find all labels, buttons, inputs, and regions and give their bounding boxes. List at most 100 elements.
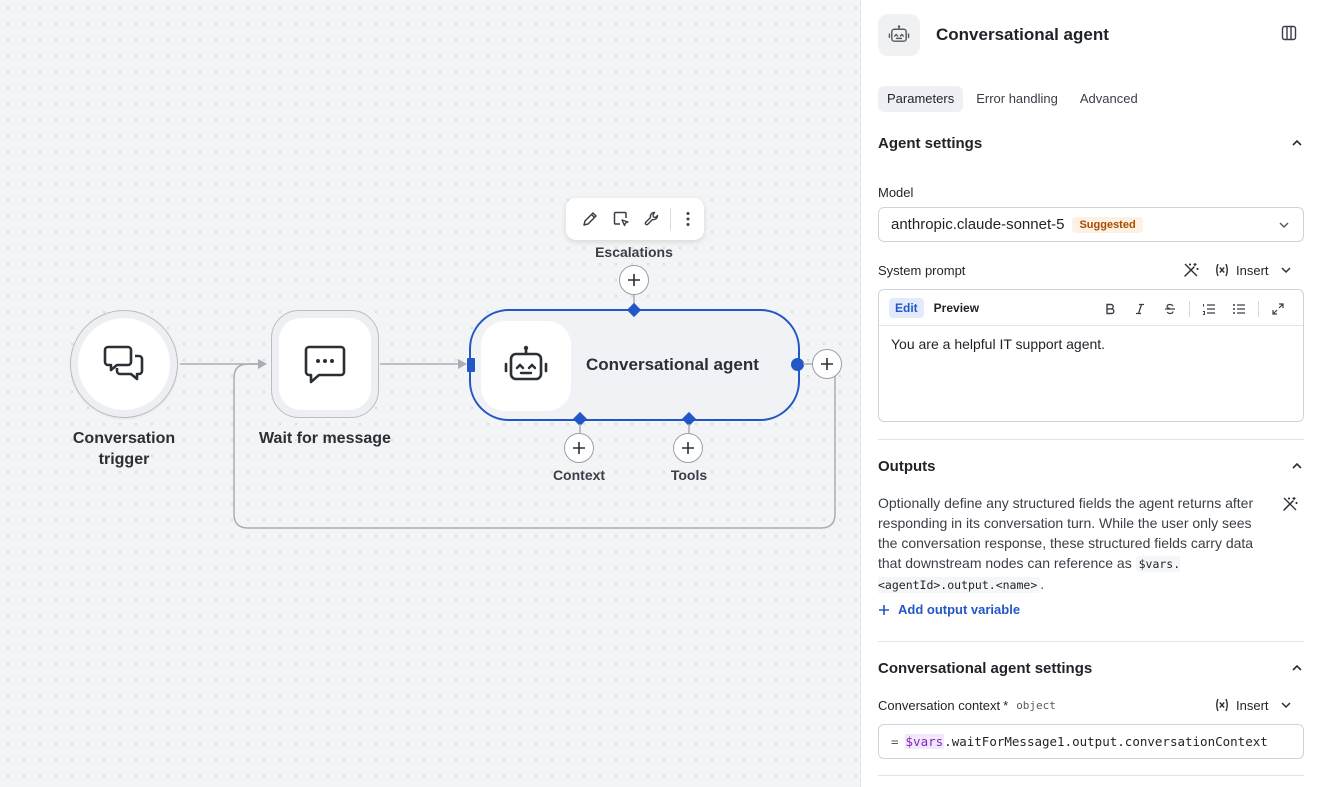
ordered-list-icon [1203, 304, 1215, 315]
chevron-up-icon [1292, 139, 1302, 146]
conversational-agent-node[interactable]: Conversational agent [469, 309, 800, 421]
strikethrough-button[interactable] [1155, 299, 1185, 319]
pencil-icon [582, 212, 597, 226]
insert-label: Insert [1236, 697, 1269, 713]
panel-title: Conversational agent [936, 25, 1109, 44]
plus-icon [628, 274, 640, 286]
plus-icon [682, 442, 694, 454]
chevron-down-icon [1279, 222, 1289, 229]
outputs-header[interactable]: Outputs [878, 456, 1304, 476]
insert-label: Insert [1236, 262, 1269, 278]
ordered-list-button[interactable] [1194, 299, 1224, 319]
preview-mode-tab[interactable]: Preview [928, 298, 985, 318]
model-value: anthropic.claude-sonnet-5 [891, 216, 1065, 233]
ai-generate-outputs-button[interactable] [1282, 496, 1298, 517]
conversation-context-input[interactable]: = $vars .waitForMessage1.output.conversat… [878, 724, 1304, 759]
edit-node-button[interactable] [574, 203, 605, 235]
tab-parameters[interactable]: Parameters [878, 86, 964, 112]
magic-wand-icon [1184, 263, 1199, 277]
trigger-node-label: Conversation trigger [72, 430, 176, 468]
strikethrough-icon [1165, 303, 1175, 315]
wait-for-message-node[interactable] [271, 310, 379, 418]
bullet-list-icon [1233, 304, 1245, 314]
model-label: Model [878, 185, 914, 200]
wrench-icon [644, 211, 659, 226]
tools-label: Tools [670, 467, 708, 483]
node-toolbar [566, 198, 704, 240]
add-output-variable-button[interactable]: Add output variable [878, 602, 1020, 617]
chevron-up-icon [1292, 664, 1302, 671]
panel-tabs: Parameters Error handling Advanced [878, 86, 1147, 112]
ai-assist-button[interactable] [1183, 262, 1199, 283]
expand-editor-button[interactable] [1263, 299, 1293, 319]
conversation-trigger-node[interactable] [70, 310, 178, 418]
format-buttons [1095, 299, 1293, 319]
more-options-button[interactable] [673, 203, 704, 235]
system-prompt-label: System prompt [878, 263, 966, 278]
agent-input-handle[interactable] [467, 358, 475, 372]
more-vertical-icon [686, 212, 690, 226]
divider [878, 641, 1304, 642]
escalations-label: Escalations [595, 244, 673, 260]
add-escalation-button[interactable] [619, 265, 649, 295]
agent-node-title: Conversational agent [586, 355, 759, 374]
expression-path: .waitForMessage1.output.conversationCont… [944, 734, 1268, 749]
bold-icon [1106, 303, 1115, 315]
magic-wand-icon [1283, 497, 1298, 511]
tab-error-handling[interactable]: Error handling [967, 86, 1067, 112]
panel-node-icon [878, 14, 920, 56]
system-prompt-editor[interactable]: Edit Preview You are a helpful IT suppor… [878, 289, 1304, 422]
divider [878, 775, 1304, 776]
type-hint: object [1016, 699, 1056, 712]
select-node-button[interactable] [605, 203, 636, 235]
edge-arrowhead [458, 359, 467, 369]
expand-icon [1272, 303, 1284, 315]
conversation-context-label: Conversation context * object [878, 698, 1056, 713]
italic-button[interactable] [1125, 299, 1155, 319]
italic-icon [1136, 303, 1144, 315]
add-context-button[interactable] [564, 433, 594, 463]
add-next-node-button[interactable] [812, 349, 842, 379]
insert-variable-dropdown[interactable]: Insert [1214, 697, 1293, 713]
divider [878, 439, 1304, 440]
required-mark: * [1003, 698, 1009, 713]
workflow-canvas[interactable]: Conversation trigger Wait for message Es… [0, 0, 860, 787]
edit-mode-tab[interactable]: Edit [889, 297, 924, 318]
expression-equals: = [891, 734, 899, 749]
wait-node-label: Wait for message [259, 430, 391, 447]
variable-icon [1216, 698, 1228, 712]
add-tool-button[interactable] [673, 433, 703, 463]
configure-node-button[interactable] [637, 203, 668, 235]
tab-advanced[interactable]: Advanced [1071, 86, 1147, 112]
conversational-settings-header[interactable]: Conversational agent settings [878, 658, 1304, 678]
bold-button[interactable] [1095, 299, 1125, 319]
message-dots-icon [304, 345, 346, 384]
chat-bubbles-icon [103, 345, 144, 381]
agent-settings-title: Agent settings [878, 134, 983, 152]
system-prompt-text[interactable]: You are a helpful IT support agent. [879, 326, 1303, 362]
variable-icon [1216, 263, 1228, 277]
conversational-settings-title: Conversational agent settings [878, 659, 1093, 677]
expression-variable: $vars [904, 734, 945, 749]
plus-icon [879, 604, 889, 615]
robot-icon [888, 25, 910, 42]
columns-layout-icon [1281, 25, 1297, 41]
suggested-badge: Suggested [1072, 216, 1143, 233]
chevron-down-icon [1280, 702, 1291, 709]
robot-icon [504, 345, 548, 381]
plus-icon [821, 358, 833, 370]
agent-settings-header[interactable]: Agent settings [878, 133, 1304, 153]
model-select[interactable]: anthropic.claude-sonnet-5 Suggested [878, 207, 1304, 242]
context-label: Context [552, 467, 606, 483]
select-cursor-icon [613, 211, 629, 227]
properties-panel: Conversational agent Parameters Error ha… [860, 0, 1319, 787]
edge-arrowhead [258, 359, 267, 369]
bullet-list-button[interactable] [1224, 299, 1254, 319]
chevron-up-icon [1292, 462, 1302, 469]
outputs-title: Outputs [878, 457, 936, 475]
insert-variable-dropdown[interactable]: Insert [1214, 262, 1293, 278]
editor-toolbar: Edit Preview [879, 290, 1303, 326]
toggle-panel-layout-button[interactable] [1281, 25, 1297, 46]
plus-icon [573, 442, 585, 454]
outputs-description: Optionally define any structured fields … [878, 495, 1254, 593]
